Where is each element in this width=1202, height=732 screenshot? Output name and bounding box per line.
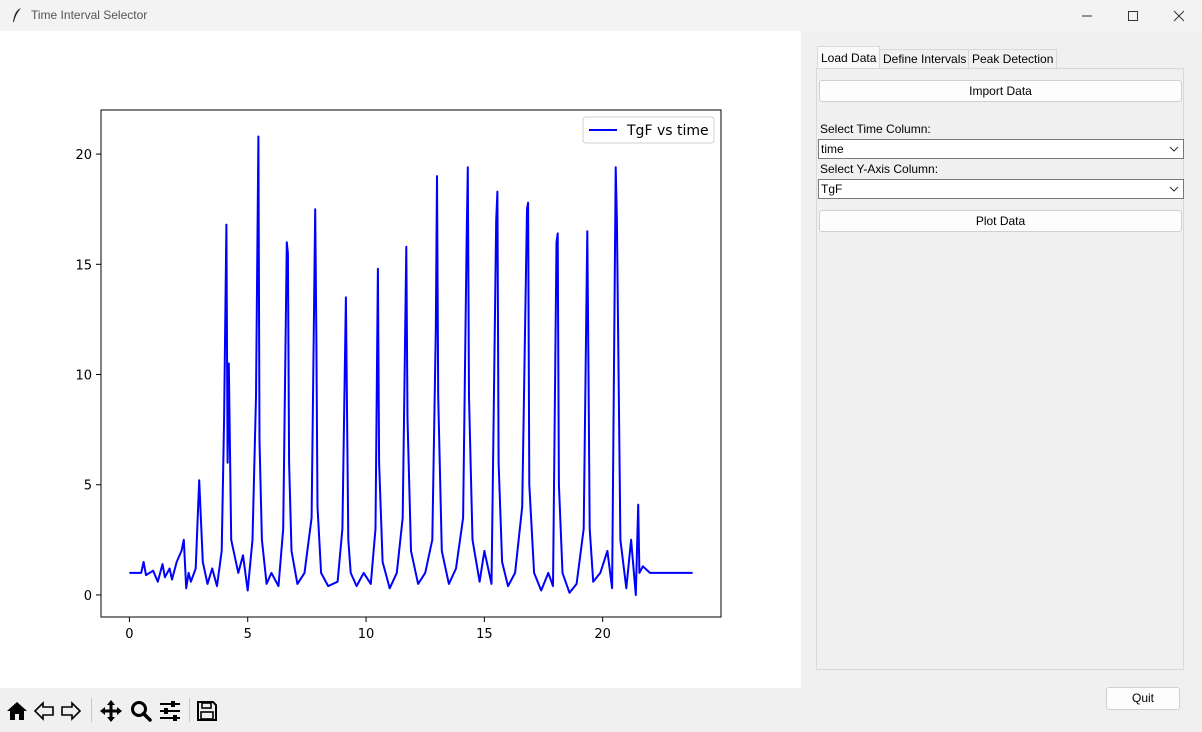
time-column-value: time — [821, 142, 844, 156]
load-data-panel: Import Data Select Time Column: time Sel… — [816, 68, 1184, 670]
home-icon — [7, 702, 27, 720]
maximize-icon — [1128, 10, 1138, 21]
minimize-icon — [1082, 15, 1092, 16]
forward-button[interactable] — [58, 698, 84, 724]
tab-bar: Load Data Define Intervals Peak Detectio… — [816, 46, 1184, 69]
save-button[interactable] — [194, 698, 220, 724]
feather-icon — [13, 8, 21, 22]
line-chart[interactable]: 0 5 10 15 20 0 5 10 15 20 TgF vs time — [0, 31, 801, 688]
chevron-down-icon — [1169, 186, 1179, 192]
minimize-button[interactable] — [1064, 0, 1110, 31]
toolbar-separator — [91, 698, 92, 722]
home-button[interactable] — [4, 698, 30, 724]
pan-button[interactable] — [98, 698, 124, 724]
x-tick-label: 15 — [476, 627, 493, 642]
import-data-button[interactable]: Import Data — [819, 80, 1182, 102]
configure-subplots-icon — [160, 701, 180, 721]
x-tick-label: 0 — [125, 627, 133, 642]
time-column-label: Select Time Column: — [820, 122, 931, 136]
y-tick-label: 15 — [75, 258, 92, 273]
legend-label: TgF vs time — [626, 123, 709, 139]
back-button[interactable] — [31, 698, 57, 724]
y-column-label: Select Y-Axis Column: — [820, 162, 939, 176]
close-icon — [1173, 10, 1185, 21]
pan-icon — [100, 700, 122, 722]
time-column-select[interactable]: time — [818, 139, 1184, 159]
series-line-0 — [129, 135, 693, 596]
plot-canvas[interactable]: 0 5 10 15 20 0 5 10 15 20 TgF vs time — [0, 31, 801, 688]
zoom-button[interactable] — [128, 698, 154, 724]
chevron-down-icon — [1169, 146, 1179, 152]
y-column-value: TgF — [821, 182, 843, 196]
y-tick-label: 10 — [75, 369, 92, 384]
window-title-bar: Time Interval Selector — [0, 0, 1202, 31]
y-column-select[interactable]: TgF — [818, 179, 1184, 199]
save-icon — [197, 701, 217, 721]
y-tick-label: 20 — [75, 148, 92, 163]
tab-define-intervals[interactable]: Define Intervals — [879, 49, 971, 68]
x-tick-label: 5 — [244, 627, 252, 642]
window-title: Time Interval Selector — [31, 8, 148, 22]
forward-icon — [61, 701, 82, 721]
x-tick-label: 20 — [594, 627, 611, 642]
y-tick-label: 0 — [84, 589, 92, 604]
x-tick-label: 10 — [358, 627, 375, 642]
quit-button[interactable]: Quit — [1106, 687, 1180, 710]
configure-subplots-button[interactable] — [157, 698, 183, 724]
tab-peak-detection[interactable]: Peak Detection — [968, 49, 1058, 68]
control-notebook: Load Data Define Intervals Peak Detectio… — [816, 46, 1184, 670]
y-tick-label: 5 — [84, 479, 92, 494]
back-icon — [33, 701, 54, 721]
plot-data-button[interactable]: Plot Data — [819, 210, 1182, 232]
maximize-button[interactable] — [1110, 0, 1156, 31]
tab-load-data[interactable]: Load Data — [817, 46, 881, 69]
toolbar-separator — [189, 698, 190, 722]
zoom-icon — [131, 701, 152, 722]
navigation-toolbar — [0, 690, 801, 732]
close-button[interactable] — [1156, 0, 1202, 31]
